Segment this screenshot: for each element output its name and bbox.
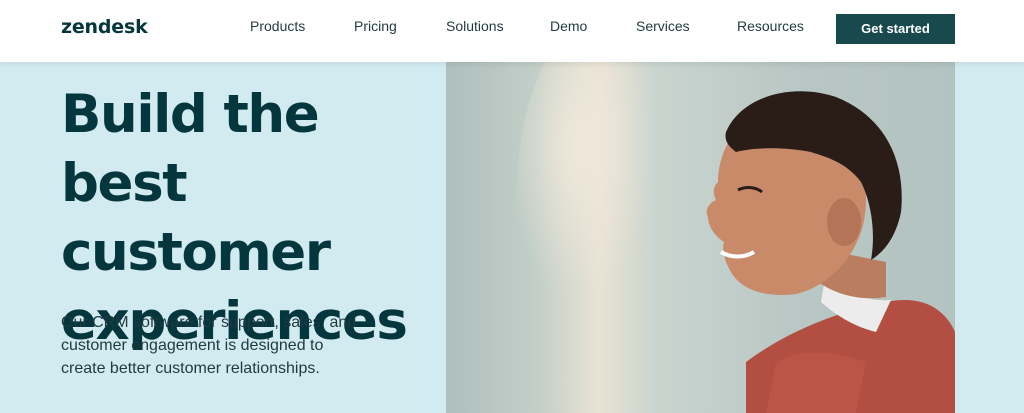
nav-services[interactable]: Services [636, 18, 690, 34]
hero-right-margin [955, 62, 1024, 413]
hero-photo-smiling-man [446, 62, 955, 413]
zendesk-logo[interactable]: zendesk [61, 16, 148, 38]
hero-subtext: Our CRM software for support, sales, and… [61, 314, 357, 377]
nav-solutions[interactable]: Solutions [446, 18, 504, 34]
nav-resources[interactable]: Resources [737, 18, 804, 34]
top-navigation: zendesk Products Pricing Solutions Demo … [0, 0, 1024, 62]
hero-photo-illustration [516, 62, 955, 413]
nav-pricing[interactable]: Pricing [354, 18, 397, 34]
nav-products[interactable]: Products [250, 18, 305, 34]
nav-demo[interactable]: Demo [550, 18, 587, 34]
hero-text-panel: Build the best customer experiences Our … [0, 62, 446, 413]
get-started-button[interactable]: Get started [836, 14, 955, 44]
